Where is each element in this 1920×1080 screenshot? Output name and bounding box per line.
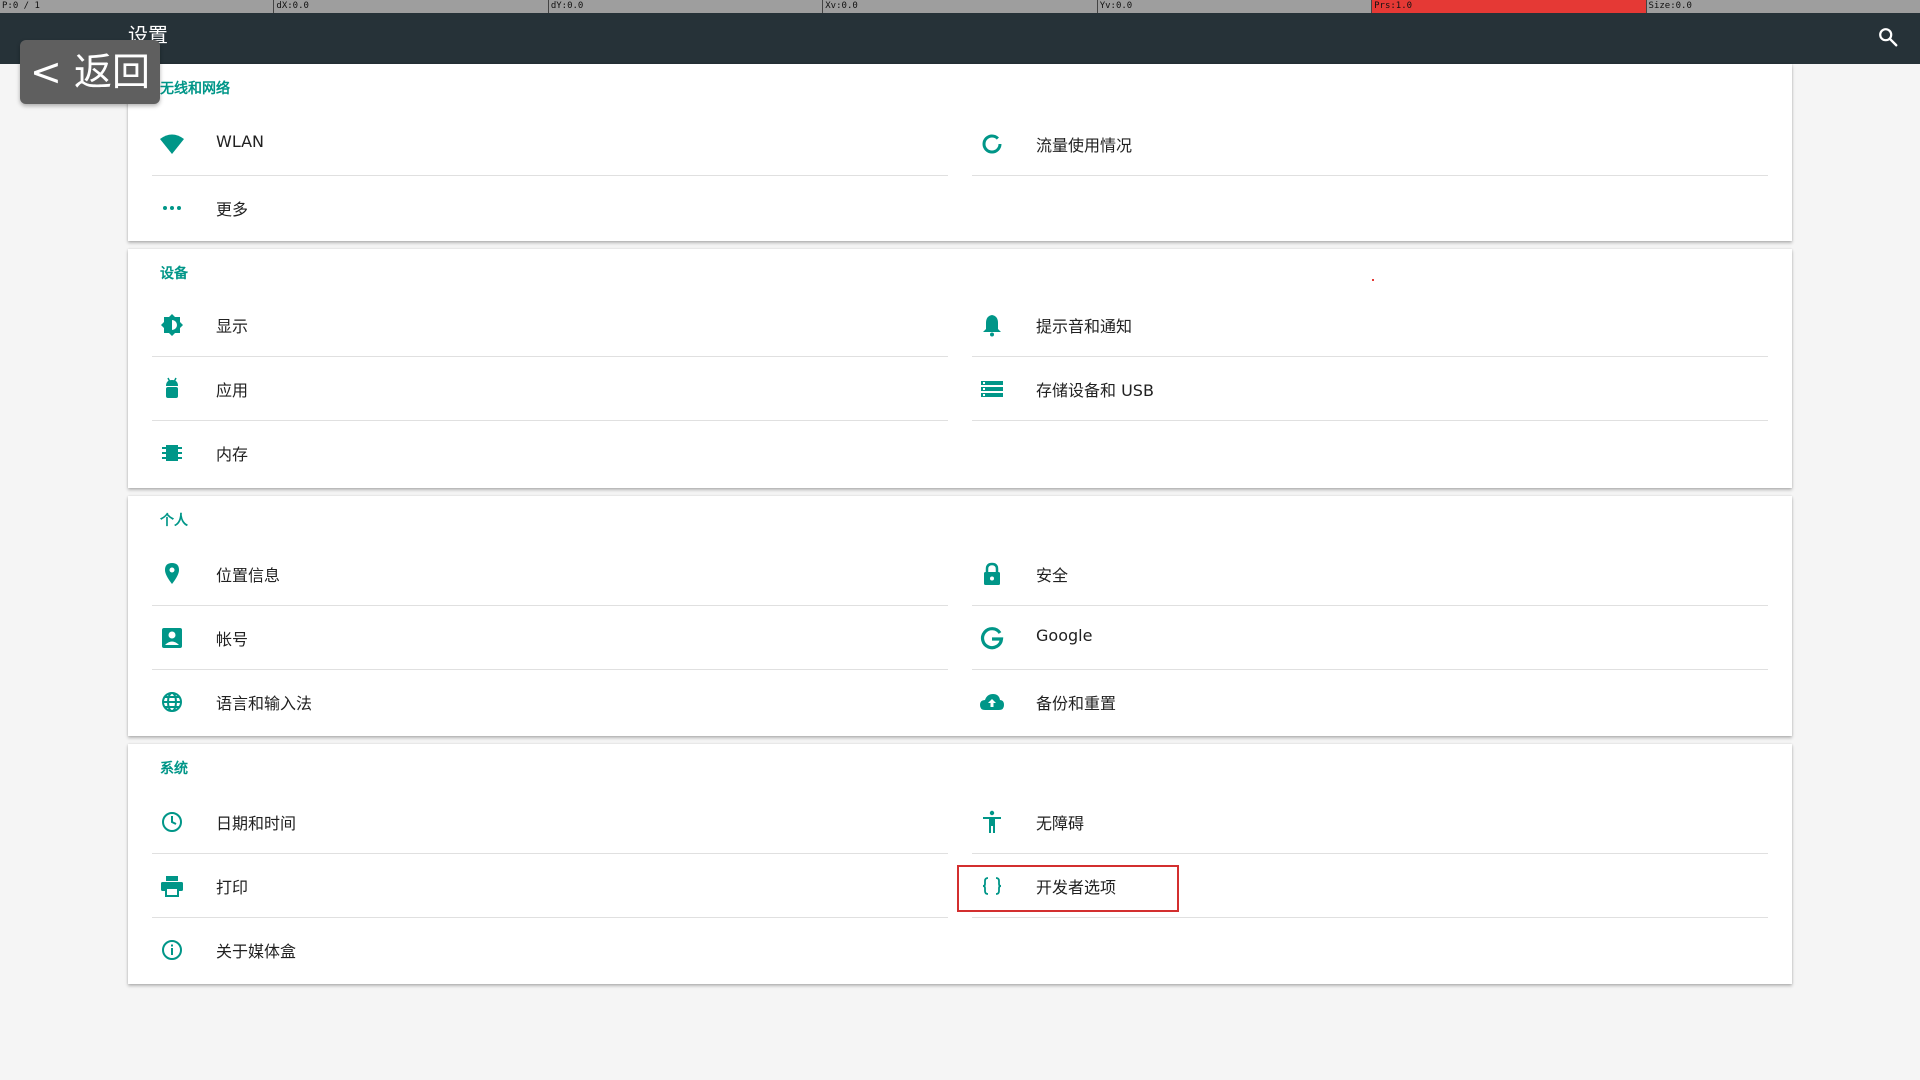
settings-item-backup-reset[interactable]: 备份和重置 — [972, 670, 1768, 734]
settings-item-storage-usb[interactable]: 存储设备和 USB — [972, 357, 1768, 421]
pointer-dx: dX:0.0 — [273, 0, 547, 13]
settings-item-language-input[interactable]: 语言和输入法 — [152, 670, 948, 734]
settings-item-label: 帐号 — [216, 630, 249, 649]
settings-item-label: 存储设备和 USB — [1036, 381, 1154, 400]
printer-icon — [158, 872, 186, 900]
bell-icon — [978, 311, 1006, 339]
settings-item-label: 提示音和通知 — [1036, 317, 1133, 336]
settings-item-data-usage[interactable]: 流量使用情况 — [972, 112, 1768, 176]
accessibility-icon — [978, 808, 1006, 836]
storage-icon — [978, 375, 1006, 403]
data-usage-icon — [978, 130, 1006, 158]
settings-item-sound-notifications[interactable]: 提示音和通知 — [972, 293, 1768, 357]
settings-item-accounts[interactable]: 帐号 — [152, 606, 948, 670]
settings-item-label: 位置信息 — [216, 566, 281, 585]
settings-item-label: 打印 — [216, 878, 249, 897]
pointer-count: P:0 / 1 — [2, 1, 40, 11]
settings-item-label: 备份和重置 — [1036, 694, 1117, 713]
touch-point-marker — [1372, 279, 1374, 281]
section-system: 系统 日期和时间 无障碍 打印 开发者选项 关于媒体盒 — [128, 744, 1792, 984]
pointer-dy: dY:0.0 — [547, 0, 822, 13]
info-icon — [158, 936, 186, 964]
globe-icon — [158, 688, 186, 716]
section-personal: 个人 位置信息 安全 帐号 Google 语言和输入法 备份和重置 — [128, 496, 1792, 736]
more-dots-icon — [158, 194, 186, 222]
section-header: 设备 — [160, 266, 188, 282]
settings-item-label: 内存 — [216, 445, 249, 464]
settings-item-printing[interactable]: 打印 — [152, 854, 948, 918]
settings-item-memory[interactable]: 内存 — [152, 421, 948, 485]
settings-item-label: 应用 — [216, 381, 249, 400]
pointer-size: Size:0.0 — [1645, 0, 1920, 13]
section-header: 系统 — [160, 761, 188, 777]
memory-chip-icon — [158, 439, 186, 467]
settings-item-about-device[interactable]: 关于媒体盒 — [152, 918, 948, 982]
android-icon — [158, 375, 186, 403]
search-button[interactable] — [1870, 19, 1906, 55]
section-header: 无线和网络 — [160, 81, 230, 97]
pointer-yv: Yv:0.0 — [1096, 0, 1371, 13]
settings-item-location[interactable]: 位置信息 — [152, 542, 948, 606]
search-icon — [1879, 28, 1898, 47]
location-pin-icon — [158, 560, 186, 588]
settings-item-wlan[interactable]: WLAN — [152, 112, 948, 176]
settings-item-label: 安全 — [1036, 566, 1069, 585]
wifi-icon — [158, 130, 186, 158]
settings-item-apps[interactable]: 应用 — [152, 357, 948, 421]
section-header: 个人 — [160, 513, 188, 529]
settings-item-display[interactable]: 显示 — [152, 293, 948, 357]
lock-icon — [978, 560, 1006, 588]
settings-item-label: 更多 — [216, 200, 249, 219]
brightness-icon — [158, 311, 186, 339]
clock-icon — [158, 808, 186, 836]
pointer-pressure: Prs:1.0 — [1371, 0, 1646, 13]
settings-item-label: 显示 — [216, 317, 249, 336]
settings-item-developer-options[interactable]: 开发者选项 — [972, 854, 1768, 918]
google-g-icon — [978, 624, 1006, 652]
pointer-location-overlay: P:0 / 1 dX:0.0 dY:0.0 Xv:0.0 Yv:0.0 Prs:… — [0, 0, 1920, 13]
settings-item-label: 日期和时间 — [216, 814, 297, 833]
settings-item-security[interactable]: 安全 — [972, 542, 1768, 606]
pointer-xv: Xv:0.0 — [822, 0, 1096, 13]
code-braces-icon — [978, 872, 1006, 900]
back-button[interactable]: < 返回 — [20, 40, 160, 104]
settings-item-label: 无障碍 — [1036, 814, 1085, 833]
settings-item-label: 开发者选项 — [1036, 878, 1117, 897]
settings-item-label: WLAN — [216, 132, 265, 151]
settings-item-label: 关于媒体盒 — [216, 942, 297, 961]
settings-item-label: 语言和输入法 — [216, 694, 313, 713]
settings-item-more[interactable]: 更多 — [152, 176, 948, 240]
settings-item-label: Google — [1036, 626, 1093, 645]
section-wireless-networks: 无线和网络 WLAN 流量使用情况 更多 — [128, 64, 1792, 241]
app-bar: 设置 — [0, 13, 1920, 64]
section-device: 设备 显示 提示音和通知 应用 存储设备和 USB 内存 — [128, 249, 1792, 488]
account-box-icon — [158, 624, 186, 652]
settings-item-accessibility[interactable]: 无障碍 — [972, 790, 1768, 854]
cloud-upload-icon — [978, 688, 1006, 716]
settings-item-google[interactable]: Google — [972, 606, 1768, 670]
settings-item-label: 流量使用情况 — [1036, 136, 1133, 155]
settings-item-date-time[interactable]: 日期和时间 — [152, 790, 948, 854]
